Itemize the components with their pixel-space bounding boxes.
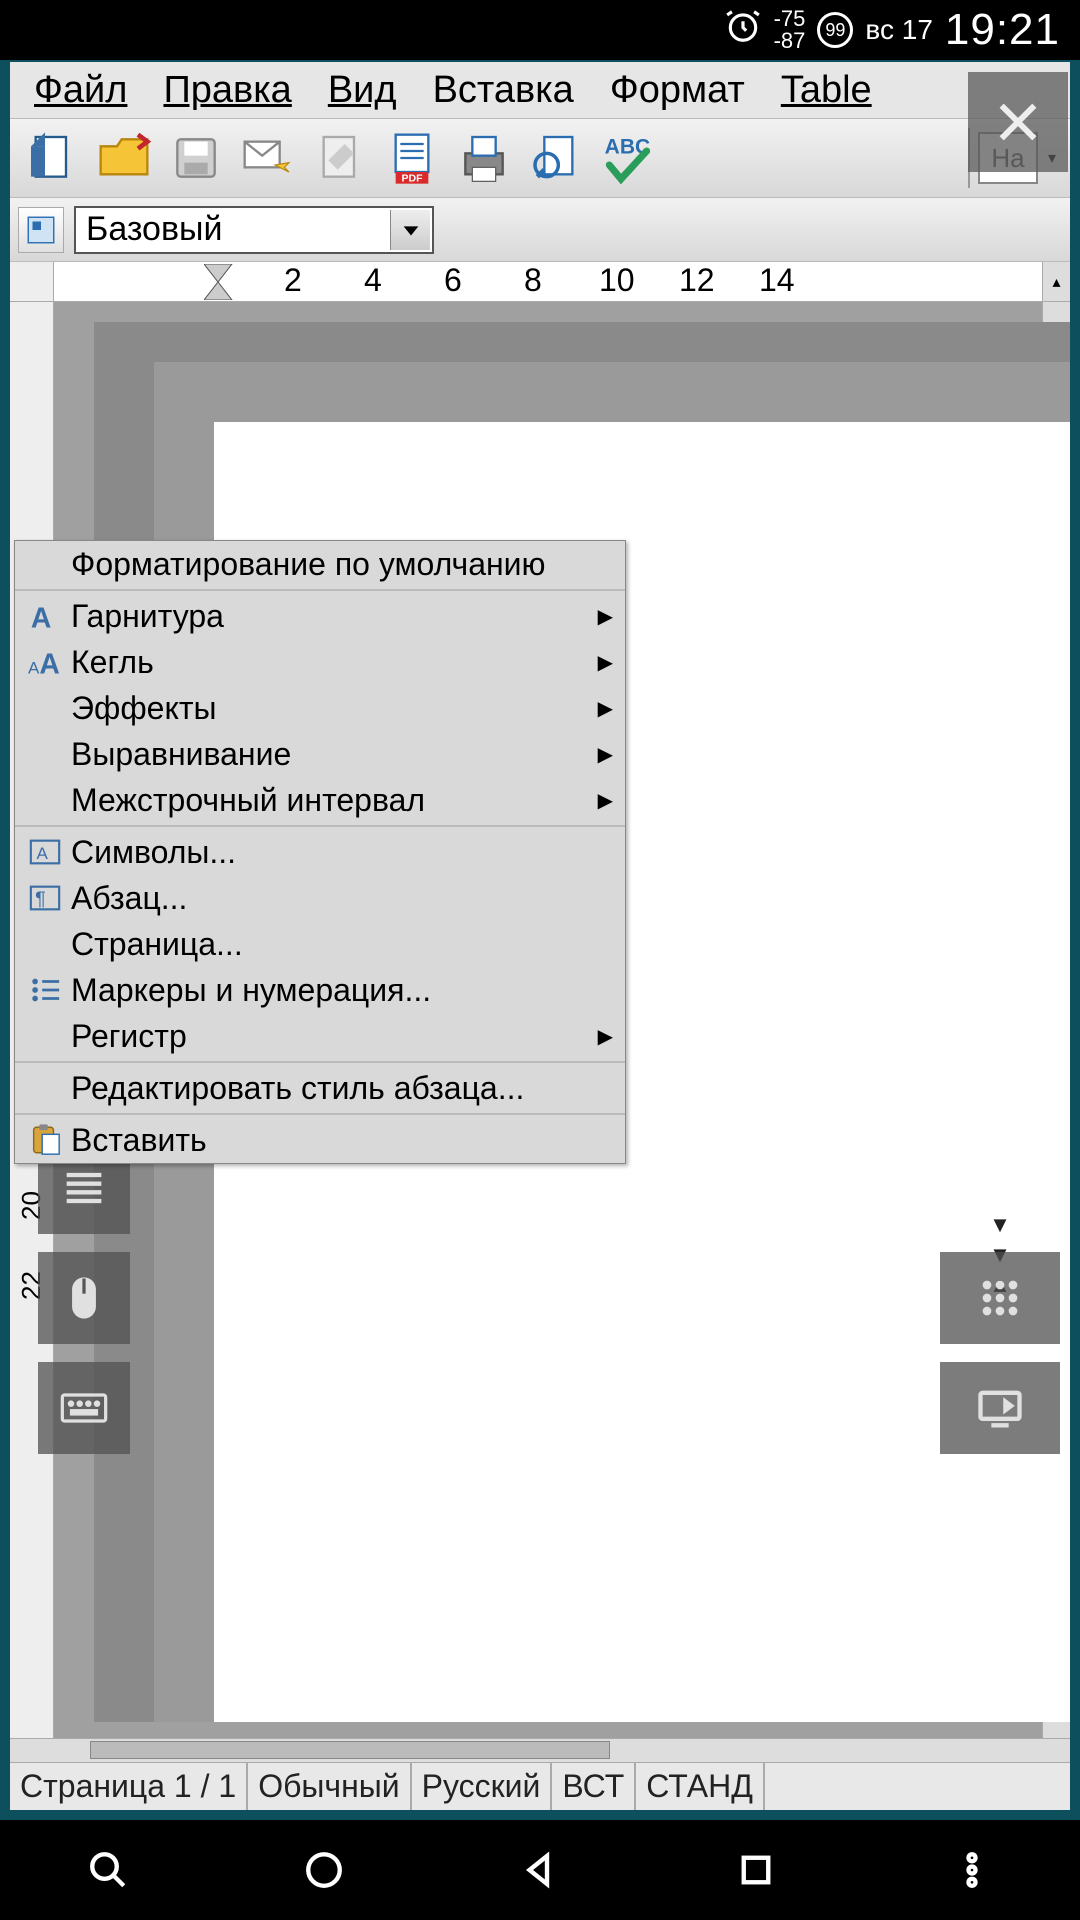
- menu-edit[interactable]: Правка: [145, 65, 309, 116]
- svg-text:A: A: [28, 658, 40, 677]
- menu-file[interactable]: Файл: [16, 65, 145, 116]
- ruler-tick: 10: [599, 262, 635, 299]
- overlay-keyboard-button[interactable]: [38, 1362, 130, 1454]
- overlay-display-button[interactable]: [940, 1362, 1060, 1454]
- svg-text:A: A: [31, 602, 51, 633]
- signal-top: -75: [774, 8, 806, 30]
- menu-insert[interactable]: Вставка: [415, 65, 592, 116]
- status-bar: Страница 1 / 1 Обычный Русский ВСТ СТАНД: [10, 1762, 1070, 1810]
- status-insert[interactable]: ВСТ: [552, 1763, 636, 1810]
- menu-format[interactable]: Формат: [592, 65, 763, 116]
- new-doc-button[interactable]: [18, 124, 86, 192]
- styles-button[interactable]: [18, 207, 64, 253]
- indent-marker-icon[interactable]: [204, 264, 234, 300]
- menu-table[interactable]: Table: [763, 65, 890, 116]
- nav-menu-button[interactable]: [944, 1842, 1000, 1898]
- paragraph-style-combo[interactable]: Базовый: [74, 206, 434, 254]
- toolbar-formatting: Базовый: [10, 198, 1070, 262]
- status-time: 19:21: [945, 5, 1060, 55]
- menu-view[interactable]: Вид: [310, 65, 415, 116]
- toolbar-main: PDF ABC На ▾: [10, 118, 1070, 198]
- ctx-edit-paragraph-style[interactable]: Редактировать стиль абзаца...: [15, 1065, 625, 1111]
- submenu-arrow-icon: ▶: [589, 604, 613, 629]
- ctx-font-size[interactable]: AA Кегль ▶: [15, 639, 625, 685]
- submenu-arrow-icon: ▶: [589, 742, 613, 767]
- ctx-effects[interactable]: Эффекты ▶: [15, 685, 625, 731]
- ctx-separator: [15, 1113, 625, 1115]
- scroll-up-button[interactable]: ▴: [1042, 262, 1070, 301]
- context-menu: Форматирование по умолчанию A Гарнитура …: [14, 540, 626, 1164]
- ctx-separator: [15, 1061, 625, 1063]
- style-value: Базовый: [86, 210, 222, 249]
- edit-doc-button[interactable]: [306, 124, 374, 192]
- ctx-paste[interactable]: Вставить: [15, 1117, 625, 1163]
- ruler-tick: 14: [759, 262, 795, 299]
- status-page[interactable]: Страница 1 / 1: [10, 1763, 248, 1810]
- paragraph-dialog-icon: ¶: [19, 881, 71, 915]
- battery-badge: 99: [817, 12, 853, 48]
- nav-search-button[interactable]: [80, 1842, 136, 1898]
- ctx-line-spacing[interactable]: Межстрочный интервал ▶: [15, 777, 625, 823]
- print-button[interactable]: [450, 124, 518, 192]
- horizontal-scrollbar[interactable]: [10, 1738, 1070, 1762]
- nav-back-button[interactable]: [512, 1842, 568, 1898]
- scroll-down-icon[interactable]: ▼: [989, 1212, 1011, 1238]
- print-preview-button[interactable]: [522, 124, 590, 192]
- nav-recent-button[interactable]: [728, 1842, 784, 1898]
- svg-text:PDF: PDF: [402, 172, 424, 184]
- ruler-scale[interactable]: 2 4 6 8 10 12 14: [54, 262, 1042, 301]
- horizontal-ruler[interactable]: 2 4 6 8 10 12 14 ▴: [10, 262, 1070, 302]
- svg-text:A: A: [37, 844, 49, 863]
- combo-arrow-icon[interactable]: [390, 210, 430, 250]
- ctx-bullets-numbering[interactable]: Маркеры и нумерация...: [15, 967, 625, 1013]
- nav-home-button[interactable]: [296, 1842, 352, 1898]
- signal-strength: -75 -87: [774, 8, 806, 52]
- status-selection[interactable]: СТАНД: [636, 1763, 765, 1810]
- status-mode[interactable]: Обычный: [248, 1763, 411, 1810]
- ctx-separator: [15, 589, 625, 591]
- ctx-default-formatting[interactable]: Форматирование по умолчанию: [15, 541, 625, 587]
- font-size-icon: AA: [19, 645, 71, 679]
- paste-icon: [19, 1123, 71, 1157]
- hscroll-thumb[interactable]: [90, 1741, 610, 1759]
- svg-text:¶: ¶: [35, 888, 46, 910]
- bullets-icon: [19, 973, 71, 1007]
- signal-bottom: -87: [774, 30, 806, 52]
- font-icon: A: [19, 599, 71, 633]
- status-language[interactable]: Русский: [412, 1763, 553, 1810]
- svg-text:A: A: [39, 648, 59, 679]
- ruler-tick: 6: [444, 262, 462, 299]
- ctx-paragraph[interactable]: ¶ Абзац...: [15, 875, 625, 921]
- email-button[interactable]: [234, 124, 302, 192]
- ruler-tick: 12: [679, 262, 715, 299]
- submenu-arrow-icon: ▶: [589, 1024, 613, 1049]
- submenu-arrow-icon: ▶: [589, 788, 613, 813]
- overlay-mouse-button[interactable]: [38, 1252, 130, 1344]
- close-button[interactable]: [968, 72, 1068, 172]
- menubar: Файл Правка Вид Вставка Формат Table: [10, 62, 1070, 118]
- submenu-arrow-icon: ▶: [589, 650, 613, 675]
- ctx-page[interactable]: Страница...: [15, 921, 625, 967]
- ctx-font-family[interactable]: A Гарнитура ▶: [15, 593, 625, 639]
- android-nav-bar: [0, 1820, 1080, 1920]
- ruler-tick: 2: [284, 262, 302, 299]
- save-button[interactable]: [162, 124, 230, 192]
- ctx-characters[interactable]: A Символы...: [15, 829, 625, 875]
- status-day: вс 17: [865, 14, 932, 46]
- open-button[interactable]: [90, 124, 158, 192]
- ruler-tick: 8: [524, 262, 542, 299]
- character-dialog-icon: A: [19, 835, 71, 869]
- spellcheck-button[interactable]: ABC: [594, 124, 662, 192]
- ruler-corner: [10, 262, 54, 301]
- ctx-separator: [15, 825, 625, 827]
- alarm-icon: [724, 7, 762, 54]
- submenu-arrow-icon: ▶: [589, 696, 613, 721]
- ctx-case[interactable]: Регистр ▶: [15, 1013, 625, 1059]
- overlay-numpad-button[interactable]: [940, 1252, 1060, 1344]
- android-status-bar: -75 -87 99 вс 17 19:21: [0, 0, 1080, 60]
- ruler-tick: 4: [364, 262, 382, 299]
- ctx-alignment[interactable]: Выравнивание ▶: [15, 731, 625, 777]
- export-pdf-button[interactable]: PDF: [378, 124, 446, 192]
